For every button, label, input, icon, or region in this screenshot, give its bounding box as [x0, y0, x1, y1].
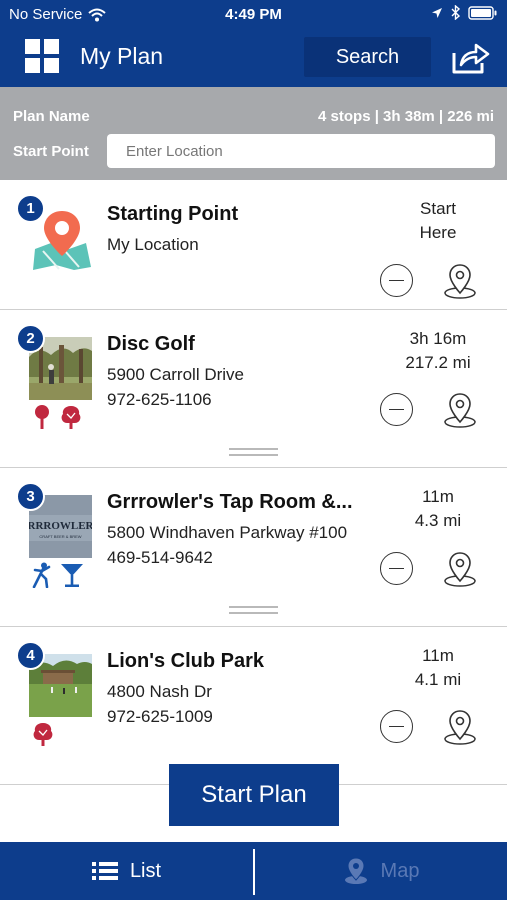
category-icons [32, 404, 82, 430]
stop-phone[interactable]: 972-625-1106 [107, 390, 212, 410]
stop-item-4[interactable]: 4 Lion's Club Park 4800 Nash Dr 972-625-… [0, 627, 507, 785]
stop-number-badge: 1 [16, 194, 45, 223]
park-tree-icon [33, 723, 53, 746]
stop-travel-info: Start Here [383, 197, 493, 245]
stop-name: Lion's Club Park [107, 650, 265, 672]
tab-map[interactable]: Map [255, 842, 507, 900]
navigate-button[interactable] [442, 391, 478, 429]
stop-address: My Location [107, 235, 199, 254]
share-icon [452, 43, 490, 74]
stop-travel-info: 11m 4.3 mi [383, 485, 493, 533]
remove-stop-button[interactable] [380, 393, 413, 426]
navigate-button[interactable] [442, 550, 478, 588]
stop-number-badge: 3 [16, 482, 45, 511]
location-arrow-icon [432, 7, 442, 18]
stop-phone[interactable]: 972-625-1009 [107, 707, 213, 727]
start-point-label: Start Point [13, 143, 89, 160]
app-header: My Plan Search [0, 30, 507, 87]
grid-menu-button[interactable] [25, 39, 61, 75]
stop-number-badge: 2 [16, 324, 45, 353]
dance-icon [32, 562, 51, 588]
stop-address: 5800 Windhaven Parkway #100 [107, 523, 348, 542]
share-button[interactable] [448, 39, 490, 77]
stop-item-3[interactable]: 3 RRROWLER CRAFT BEER & BREW Grrrowler's… [0, 468, 507, 627]
stop-travel-info: 11m 4.1 mi [383, 644, 493, 692]
tab-list[interactable]: List [0, 842, 253, 900]
taproom-sign-text: RRROWLER [29, 520, 92, 532]
stop-item-2[interactable]: 2 Disc Golf 5900 Carroll Drive 972-625-1… [0, 310, 507, 468]
reorder-handle[interactable] [229, 606, 278, 614]
golf-icon [35, 405, 49, 429]
list-icon [91, 862, 118, 880]
map-pin-icon [344, 857, 367, 884]
navigate-button[interactable] [442, 708, 478, 746]
plan-summary: 4 stops | 3h 38m | 226 mi [318, 108, 494, 125]
stop-travel-info: 3h 16m 217.2 mi [383, 327, 493, 375]
location-pin-icon [444, 552, 476, 587]
page-title: My Plan [80, 43, 164, 69]
start-plan-button[interactable]: Start Plan [169, 764, 339, 826]
location-pin-icon [444, 710, 476, 745]
status-bar: No Service 4:49 PM [0, 0, 507, 30]
tab-list-label: List [129, 859, 162, 882]
plan-name-label[interactable]: Plan Name [13, 108, 90, 125]
stop-address: 5900 Carroll Drive [107, 365, 244, 384]
remove-stop-button[interactable] [380, 710, 413, 743]
stop-distance: Here [419, 223, 457, 242]
stop-travel-time: 11m [422, 487, 454, 506]
park-tree-icon [61, 406, 81, 429]
cocktail-icon [61, 564, 83, 587]
stop-travel-time: 11m [422, 646, 454, 665]
reorder-handle[interactable] [229, 448, 278, 456]
stop-travel-time: Start [420, 199, 456, 218]
stop-item-1[interactable]: 1 Starting Point My Location Start Here [0, 180, 507, 310]
bottom-tab-bar: List Map [0, 842, 507, 900]
remove-stop-button[interactable] [380, 264, 413, 297]
stop-name: Grrrowler's Tap Room &... [107, 491, 353, 513]
start-location-input[interactable] [107, 134, 495, 168]
status-right [431, 5, 498, 20]
stop-number-badge: 4 [16, 641, 45, 670]
bluetooth-icon [451, 5, 460, 20]
stop-distance: 217.2 mi [405, 353, 471, 372]
plan-info-bar: Plan Name 4 stops | 3h 38m | 226 mi Star… [0, 87, 507, 180]
category-icons [32, 721, 54, 747]
navigate-button[interactable] [442, 262, 478, 300]
stop-name: Starting Point [107, 203, 239, 225]
grid-icon [25, 39, 59, 73]
category-icons [32, 562, 84, 588]
tab-map-label: Map [380, 859, 420, 882]
stop-distance: 4.3 mi [414, 511, 462, 530]
taproom-sign-subtext: CRAFT BEER & BREW [39, 534, 81, 539]
location-pin-icon [444, 264, 476, 299]
battery-icon [468, 5, 497, 20]
stop-phone[interactable]: 469-514-9642 [107, 548, 213, 568]
stop-name: Disc Golf [107, 333, 195, 355]
stop-address: 4800 Nash Dr [107, 682, 212, 701]
remove-stop-button[interactable] [380, 552, 413, 585]
stop-distance: 4.1 mi [414, 670, 462, 689]
search-button[interactable]: Search [304, 37, 431, 77]
location-pin-icon [444, 393, 476, 428]
stop-travel-time: 3h 16m [409, 329, 467, 348]
